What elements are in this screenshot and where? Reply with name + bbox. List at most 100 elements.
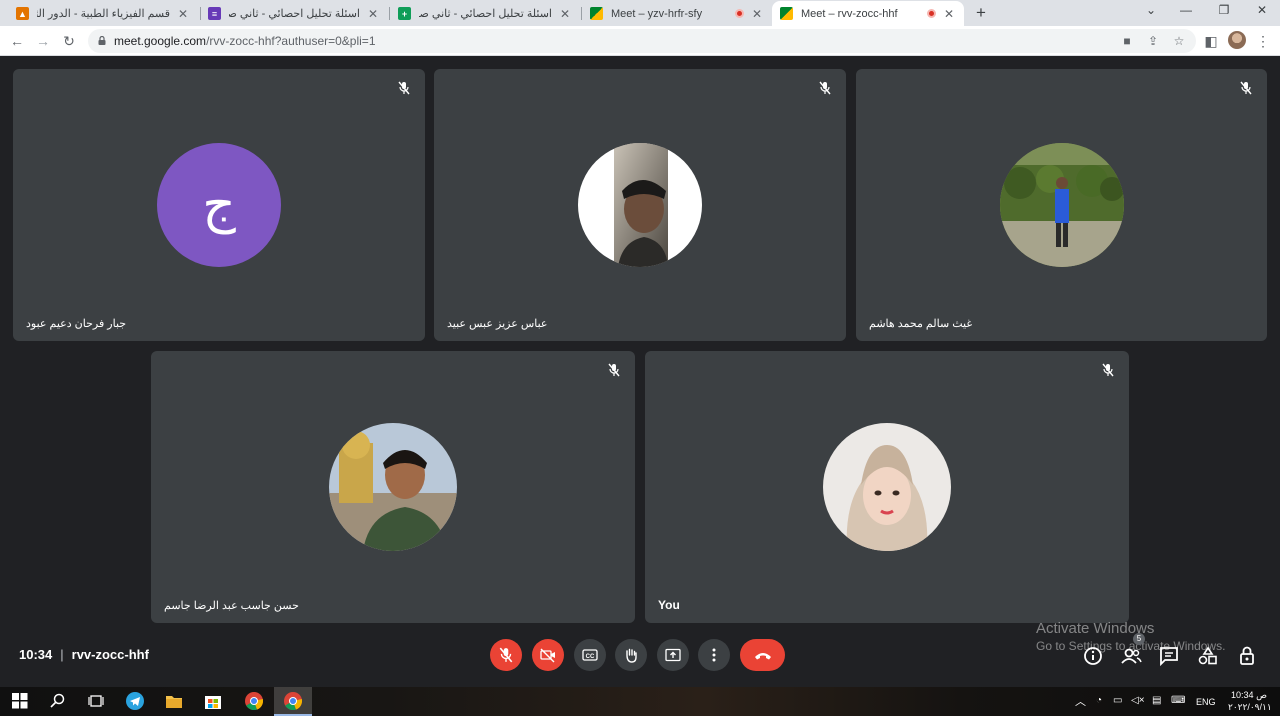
minimize-button[interactable]: — (1176, 3, 1196, 17)
participant-tile[interactable]: حسن جاسب عبد الرضا جاسم (151, 351, 635, 623)
mic-off-icon (499, 647, 513, 663)
tab-strip: ▲ قسم الفيزياء الطبية - الدور الثاني ا. … (0, 0, 1280, 26)
present-screen-icon (665, 648, 681, 662)
battery-icon[interactable]: ▭ (1113, 695, 1122, 706)
tab-title: Meet – yzv-hrfr-sfy (611, 7, 703, 20)
camera-off-icon (540, 648, 555, 663)
tray-chevron-icon[interactable]: ︿ (1075, 693, 1086, 709)
search-icon[interactable] (48, 691, 68, 711)
back-button[interactable]: ← (6, 30, 28, 52)
mic-off-icon (1240, 81, 1252, 95)
participant-name: حسن جاسب عبد الرضا جاسم (164, 600, 299, 612)
chrome-active-icon[interactable] (283, 691, 303, 711)
meet-favicon-icon (590, 7, 603, 20)
self-tile[interactable]: You (645, 351, 1129, 623)
microsoft-store-icon[interactable] (203, 691, 223, 711)
raise-hand-icon (626, 648, 637, 663)
mic-off-icon (608, 363, 620, 377)
captions-icon: CC (582, 649, 598, 661)
language-indicator[interactable]: ENG (1196, 697, 1216, 707)
profile-avatar[interactable] (1228, 31, 1246, 49)
windows-start-icon[interactable] (10, 691, 30, 711)
avatar: ج (157, 143, 281, 267)
participant-name-self: You (658, 598, 680, 612)
more-options-button[interactable] (698, 639, 730, 671)
tab-title: Meet – rvv-zocc-hhf (801, 7, 898, 20)
svg-text:CC: CC (586, 654, 595, 660)
meeting-code: rvv-zocc-hhf (71, 647, 149, 662)
tab-close-icon[interactable]: ✕ (942, 7, 956, 21)
recording-indicator-icon (927, 9, 936, 18)
restore-button[interactable]: ❐ (1214, 3, 1234, 17)
participant-tile[interactable]: عباس عزيز عبس عبيد (434, 69, 846, 341)
browser-tab[interactable]: ▲ قسم الفيزياء الطبية - الدور الثاني ا. … (8, 1, 198, 26)
meeting-details-icon[interactable] (1082, 645, 1104, 667)
file-explorer-icon[interactable] (164, 691, 184, 711)
avatar (1000, 143, 1124, 267)
hang-up-icon (754, 653, 771, 660)
tab-title: قسم الفيزياء الطبية - الدور الثاني ا. (37, 8, 170, 20)
task-view-icon[interactable] (86, 691, 106, 711)
reload-button[interactable]: ↻ (58, 30, 80, 52)
lock-icon (98, 36, 106, 45)
people-icon[interactable] (1120, 645, 1142, 667)
raise-hand-button[interactable] (615, 639, 647, 671)
host-controls-icon[interactable] (1236, 645, 1258, 667)
notification-icon[interactable]: ▤ (1152, 695, 1161, 706)
leave-call-button[interactable] (740, 639, 785, 671)
participant-tile[interactable]: ج جبار فرحان دعيم عبود (13, 69, 425, 341)
sheets-favicon-icon: + (398, 7, 411, 20)
taskbar-clock[interactable]: 10:34 ص ٢٠٢٢/٠٩/١١ (1228, 689, 1272, 713)
tab-title: اسئلة تحليل احصائي - ثاني صباحي (419, 8, 552, 20)
new-tab-button[interactable]: + (972, 3, 990, 23)
more-vert-icon (712, 648, 716, 662)
participant-name: جبار فرحان دعيم عبود (26, 318, 127, 330)
tab-close-icon[interactable]: ✕ (176, 7, 190, 21)
tab-close-icon[interactable]: ✕ (558, 7, 572, 21)
browser-tab-active[interactable]: Meet – rvv-zocc-hhf ✕ (772, 1, 964, 26)
browser-tab[interactable]: + اسئلة تحليل احصائي - ثاني صباحي ✕ (390, 1, 580, 26)
avatar (578, 143, 702, 267)
participant-count-badge: 5 (1133, 633, 1145, 645)
mic-off-icon (819, 81, 831, 95)
close-window-button[interactable]: ✕ (1252, 3, 1272, 17)
browser-tab[interactable]: ≡ اسئلة تحليل احصائي - ثاني صباحي ✕ (200, 1, 388, 26)
address-bar[interactable]: meet.google.com/rvv-zocc-hhf?authuser=0&… (88, 29, 1196, 53)
mic-off-icon (1102, 363, 1114, 377)
menu-kebab-icon[interactable]: ⋮ (1252, 30, 1274, 52)
forms-favicon-icon: ≡ (208, 7, 221, 20)
camera-toggle-button[interactable] (532, 639, 564, 671)
keyboard-icon[interactable]: ⌨ (1171, 695, 1185, 706)
captions-button[interactable]: CC (574, 639, 606, 671)
volume-icon[interactable]: ◁× (1131, 695, 1145, 706)
share-icon[interactable]: ⇪ (1144, 32, 1162, 50)
slides-favicon-icon: ▲ (16, 7, 29, 20)
browser-toolbar: ← → ↻ meet.google.com/rvv-zocc-hhf?authu… (0, 26, 1280, 56)
participant-photo (823, 423, 951, 551)
bookmark-star-icon[interactable]: ☆ (1170, 32, 1188, 50)
tab-close-icon[interactable]: ✕ (366, 7, 380, 21)
mic-toggle-button[interactable] (490, 639, 522, 671)
tab-search-icon[interactable]: ⌄ (1141, 3, 1161, 17)
participant-name: عباس عزيز عبس عبيد (447, 318, 548, 330)
meet-favicon-icon (780, 7, 793, 20)
participant-tile[interactable]: غيث سالم محمد هاشم (856, 69, 1267, 341)
activities-icon[interactable] (1197, 645, 1219, 667)
participant-photo (614, 143, 668, 267)
telegram-icon[interactable] (125, 691, 145, 711)
forward-button[interactable]: → (32, 30, 54, 52)
tab-close-icon[interactable]: ✕ (750, 7, 764, 21)
mic-off-icon (398, 81, 410, 95)
browser-tab[interactable]: Meet – yzv-hrfr-sfy ✕ (582, 1, 772, 26)
chrome-icon[interactable] (244, 691, 264, 711)
present-now-button[interactable] (657, 639, 689, 671)
camera-in-use-icon[interactable]: ■ (1118, 32, 1136, 50)
network-icon[interactable]: ◔ (1096, 695, 1102, 706)
tab-title: اسئلة تحليل احصائي - ثاني صباحي (229, 8, 360, 20)
chat-icon[interactable] (1158, 645, 1180, 667)
windows-taskbar: ︿ ◔ ▭ ◁× ▤ ⌨ ENG 10:34 ص ٢٠٢٢/٠٩/١١ (0, 687, 1280, 716)
recording-indicator-icon (735, 9, 744, 18)
side-panel-icon[interactable]: ◧ (1200, 30, 1222, 52)
url-text: meet.google.com/rvv-zocc-hhf?authuser=0&… (114, 34, 376, 48)
participant-photo (1000, 143, 1124, 267)
